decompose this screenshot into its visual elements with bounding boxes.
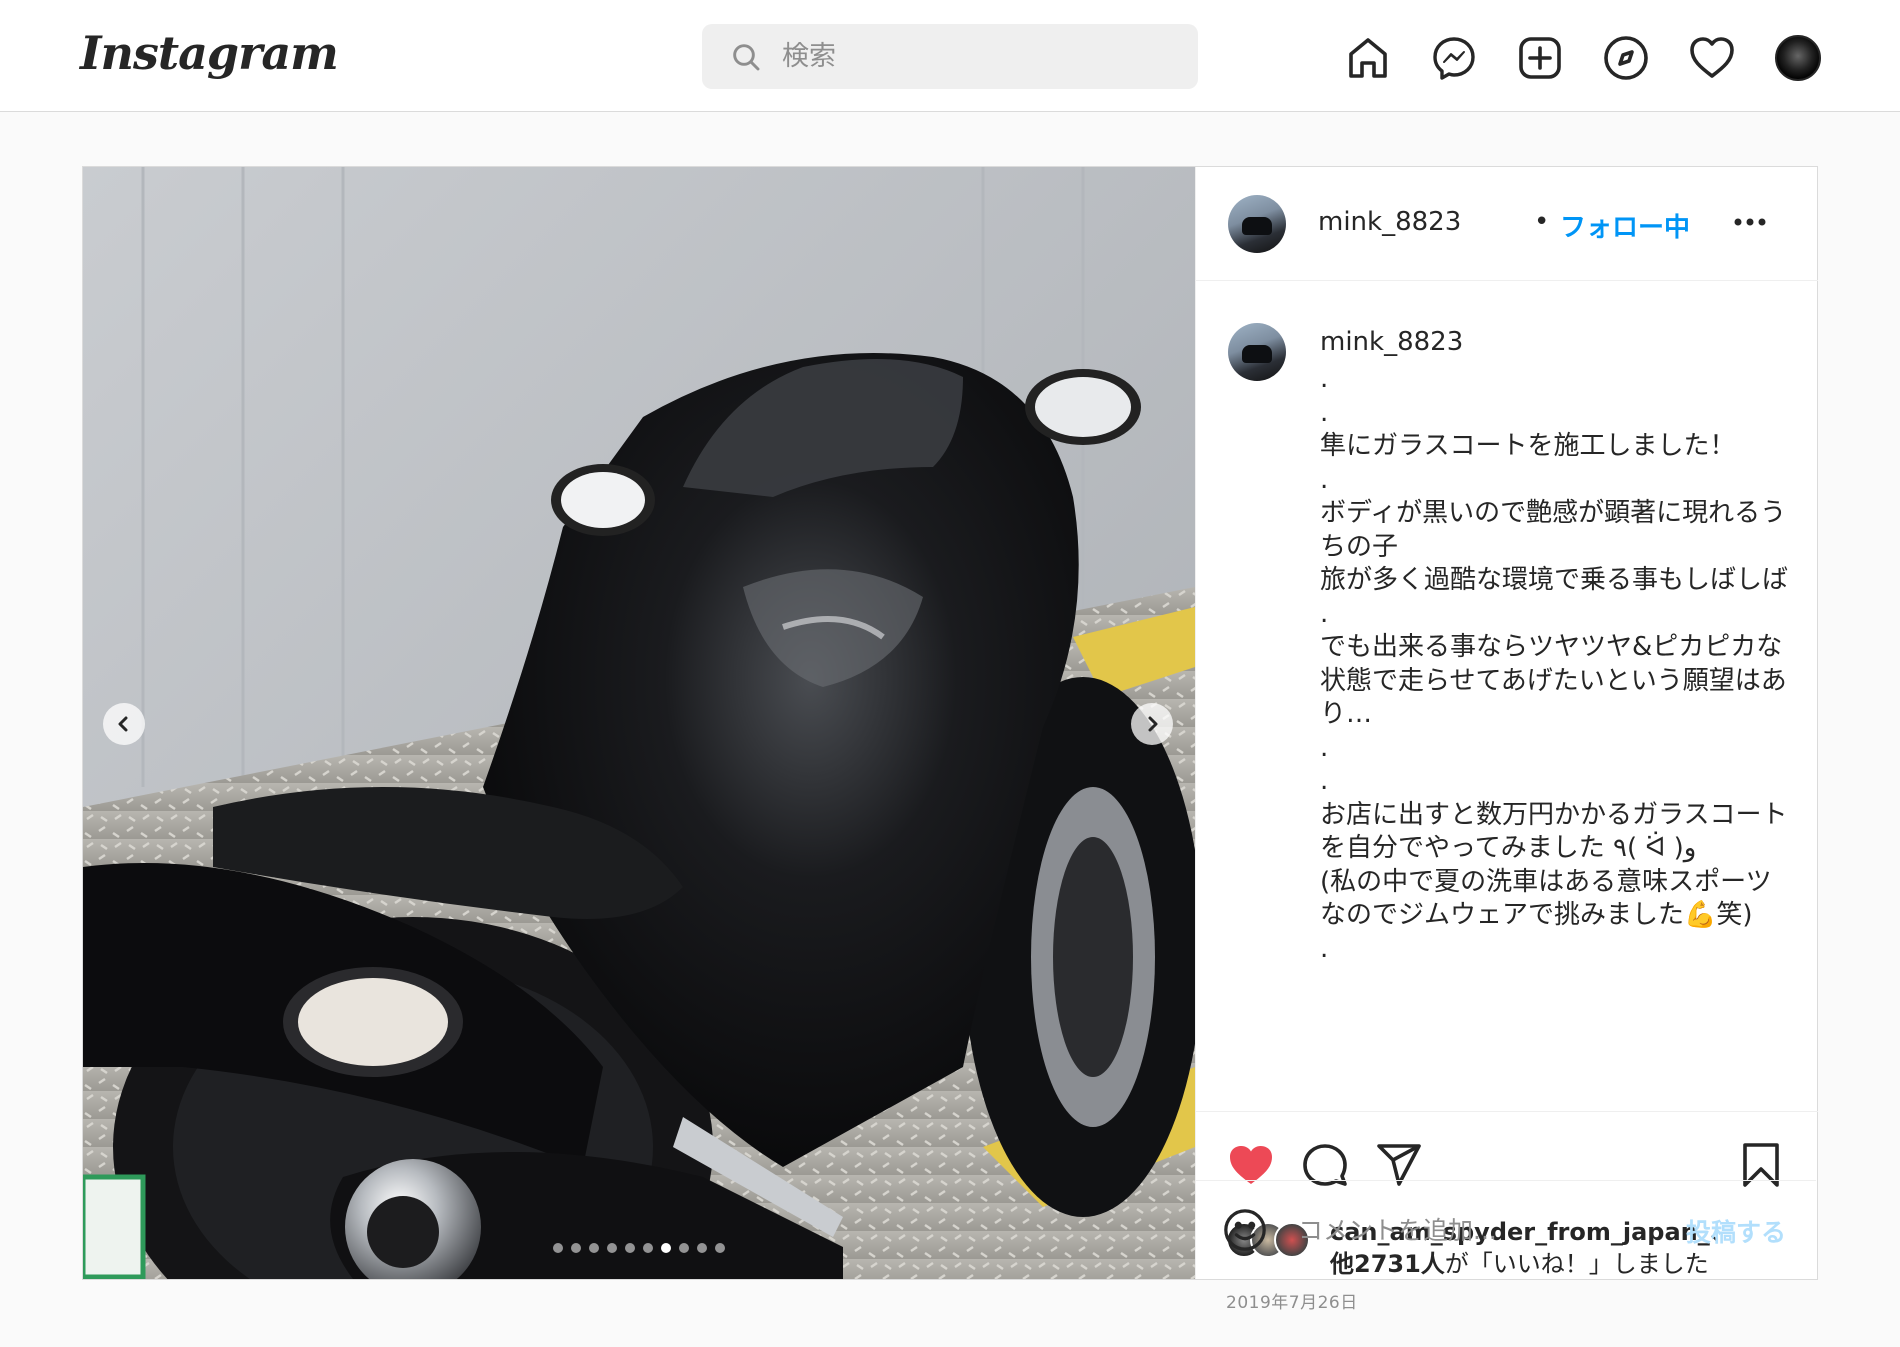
activity-button[interactable] bbox=[1684, 30, 1740, 86]
search-box[interactable] bbox=[702, 24, 1198, 89]
home-icon bbox=[1349, 38, 1387, 78]
add-comment-bar: 投稿する bbox=[1196, 1180, 1816, 1278]
profile-button[interactable] bbox=[1770, 30, 1826, 86]
new-post-button[interactable] bbox=[1512, 30, 1568, 86]
new-post-icon bbox=[1519, 37, 1561, 79]
carousel-prev-button[interactable] bbox=[103, 703, 145, 745]
caption-section: mink_8823 . . 隼にガラスコートを施工しました！ . ボディが黒いの… bbox=[1196, 281, 1818, 1111]
carousel-dot bbox=[643, 1243, 653, 1253]
carousel-dot bbox=[571, 1243, 581, 1253]
emoji-button[interactable] bbox=[1222, 1207, 1268, 1253]
carousel-dot bbox=[553, 1243, 563, 1253]
header-separator: • bbox=[1534, 207, 1550, 237]
author-avatar[interactable] bbox=[1228, 195, 1286, 253]
activity-heart-icon bbox=[1690, 37, 1734, 78]
caption-username[interactable]: mink_8823 bbox=[1320, 327, 1463, 357]
messenger-icon bbox=[1433, 37, 1475, 80]
chevron-right-icon bbox=[1148, 716, 1158, 732]
caption-author-avatar[interactable] bbox=[1228, 323, 1286, 381]
comment-input[interactable] bbox=[1298, 1209, 1658, 1251]
carousel-next-button[interactable] bbox=[1131, 703, 1173, 745]
author-username[interactable]: mink_8823 bbox=[1318, 207, 1461, 237]
search-input[interactable] bbox=[782, 41, 1182, 72]
caption-text: . . 隼にガラスコートを施工しました！ . ボディが黒いので艶感が顕著に現れる… bbox=[1320, 364, 1789, 964]
carousel-dot bbox=[589, 1243, 599, 1253]
explore-button[interactable] bbox=[1598, 30, 1654, 86]
post-header: mink_8823 • フォロー中 bbox=[1196, 167, 1818, 281]
more-options-button[interactable] bbox=[1730, 207, 1770, 237]
top-navbar: Instagram bbox=[0, 0, 1900, 112]
home-button[interactable] bbox=[1340, 30, 1396, 86]
profile-avatar bbox=[1775, 35, 1821, 81]
carousel-indicator bbox=[83, 1243, 1195, 1253]
post-image bbox=[83, 167, 1195, 1279]
search-icon bbox=[733, 43, 760, 70]
carousel-dot bbox=[679, 1243, 689, 1253]
emoji-smile-icon bbox=[1224, 1209, 1266, 1251]
following-button[interactable]: フォロー中 bbox=[1560, 207, 1690, 244]
messenger-button[interactable] bbox=[1426, 30, 1482, 86]
more-horizontal-icon bbox=[1734, 218, 1766, 226]
post-date[interactable]: 2019年7月26日 bbox=[1226, 1288, 1358, 1313]
instagram-logo[interactable]: Instagram bbox=[80, 26, 339, 80]
explore-icon bbox=[1604, 36, 1648, 80]
carousel-dot bbox=[625, 1243, 635, 1253]
carousel-dot bbox=[661, 1243, 671, 1253]
carousel-dot bbox=[607, 1243, 617, 1253]
carousel-dot bbox=[715, 1243, 725, 1253]
post-card: mink_8823 • フォロー中 mink_8823 . . 隼にガラスコート… bbox=[82, 166, 1818, 1313]
post-side-panel: mink_8823 • フォロー中 mink_8823 . . 隼にガラスコート… bbox=[1195, 167, 1818, 1313]
post-comment-button[interactable]: 投稿する bbox=[1686, 1213, 1786, 1249]
carousel-dot bbox=[697, 1243, 707, 1253]
chevron-left-icon bbox=[118, 716, 128, 732]
motorcycle-photo bbox=[83, 167, 1195, 1279]
